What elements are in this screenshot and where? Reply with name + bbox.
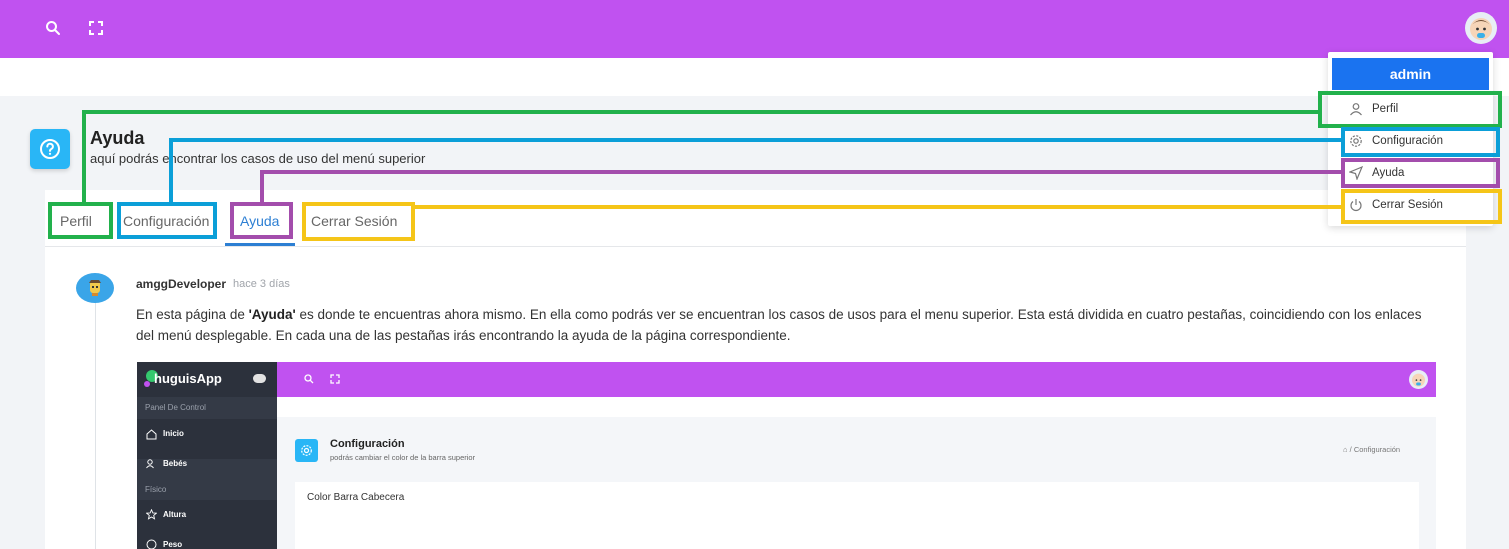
shot-app-name: huguisApp bbox=[154, 371, 222, 386]
shot-breadcrumb-separator: / bbox=[1349, 445, 1352, 454]
page-subtitle: aquí podrás encontrar los casos de uso d… bbox=[90, 151, 426, 166]
shot-item-altura: Altura bbox=[163, 510, 187, 519]
users-icon bbox=[146, 459, 154, 469]
connector-perfil-vertical bbox=[82, 110, 86, 204]
annotation-box-perfil-tab bbox=[48, 202, 113, 239]
question-icon bbox=[30, 129, 70, 169]
home-icon bbox=[146, 429, 157, 440]
post-author[interactable]: amggDeveloper bbox=[136, 277, 226, 291]
dropdown-header: admin bbox=[1332, 58, 1489, 90]
shot-section-panel: Panel De Control bbox=[145, 403, 206, 412]
post-body: En esta página de 'Ayuda' es donde te en… bbox=[136, 304, 1436, 346]
annotation-box-ayuda-menu bbox=[1341, 158, 1500, 188]
embedded-screenshot: huguisApp Panel De Control Inicio Bebés … bbox=[137, 362, 1436, 549]
connector-ayuda-vertical bbox=[260, 170, 264, 204]
annotation-box-cerrar-sesion-menu bbox=[1341, 189, 1502, 224]
shot-section-fisico: Físico bbox=[145, 485, 167, 494]
connector-configuracion-vertical bbox=[169, 138, 173, 204]
timeline-line bbox=[95, 300, 96, 549]
shot-breadcrumb: ⌂ / Configuración bbox=[1343, 445, 1400, 454]
post-text-part2: es donde te encuentras ahora mismo. En e… bbox=[136, 307, 1422, 343]
connector-cerrar-sesion-horizontal bbox=[413, 205, 1343, 209]
shot-expand-icon bbox=[330, 374, 340, 384]
shot-item-peso: Peso bbox=[163, 540, 183, 549]
top-bar bbox=[0, 0, 1509, 58]
connector-perfil-horizontal bbox=[82, 110, 1320, 114]
post-text-part1: En esta página de bbox=[136, 307, 249, 322]
shot-page-subtitle: podrás cambiar el color de la barra supe… bbox=[330, 453, 476, 462]
shot-card bbox=[295, 482, 1419, 549]
post-time: hace 3 días bbox=[233, 278, 290, 290]
shot-item-inicio: Inicio bbox=[163, 429, 184, 438]
star-icon bbox=[146, 509, 157, 520]
shot-card-label: Color Barra Cabecera bbox=[307, 492, 405, 503]
connector-configuracion-horizontal bbox=[169, 138, 1343, 142]
connector-ayuda-horizontal bbox=[260, 170, 1343, 174]
shot-sub-bar bbox=[277, 397, 1436, 417]
annotation-box-perfil-menu bbox=[1318, 91, 1502, 128]
annotation-box-configuracion-menu bbox=[1341, 127, 1500, 157]
page-title: Ayuda bbox=[90, 128, 145, 148]
shot-page-title: Configuración bbox=[330, 438, 405, 450]
shot-breadcrumb-current: Configuración bbox=[1353, 445, 1401, 454]
active-tab-indicator bbox=[225, 243, 295, 246]
post-text-bold: 'Ayuda' bbox=[248, 307, 296, 322]
tabs-divider bbox=[45, 246, 1466, 247]
author-avatar bbox=[76, 273, 114, 303]
shot-gear-icon bbox=[295, 439, 318, 462]
annotation-box-cerrar-sesion-tab bbox=[302, 202, 415, 241]
shot-items-bg-2 bbox=[137, 500, 277, 549]
shot-item-bebes: Bebés bbox=[163, 459, 188, 468]
annotation-box-ayuda-tab bbox=[230, 202, 293, 239]
sub-bar bbox=[0, 58, 1509, 96]
expand-icon[interactable] bbox=[85, 17, 107, 39]
shot-home-icon: ⌂ bbox=[1343, 445, 1348, 454]
shot-top-bar bbox=[277, 362, 1436, 397]
shot-toggle-icon bbox=[253, 374, 266, 383]
scale-icon bbox=[146, 539, 157, 549]
shot-search-icon bbox=[304, 374, 314, 384]
shot-avatar bbox=[1409, 370, 1428, 389]
shot-items-bg bbox=[137, 419, 277, 459]
search-icon[interactable] bbox=[42, 17, 64, 39]
user-avatar[interactable] bbox=[1465, 12, 1497, 44]
annotation-box-configuracion-tab bbox=[117, 202, 217, 239]
